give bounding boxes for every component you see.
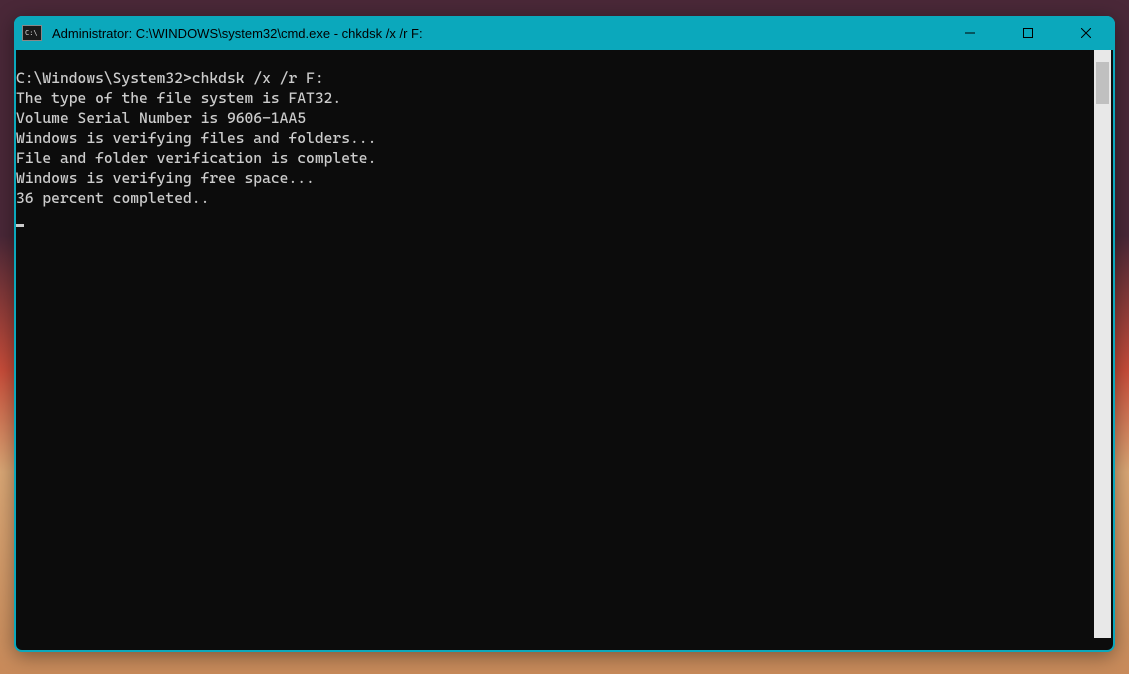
terminal-content[interactable]: C:\Windows\System32>chkdsk /x /r F:The t… xyxy=(16,50,1113,650)
output-line: The type of the file system is FAT32. xyxy=(16,88,1113,108)
output-line: Windows is verifying free space... xyxy=(16,168,1113,188)
output-line: Windows is verifying files and folders..… xyxy=(16,128,1113,148)
command: chkdsk /x /r F: xyxy=(192,69,324,87)
scrollbar-thumb[interactable] xyxy=(1096,62,1109,104)
app-icon-text: C:\ xyxy=(25,30,38,37)
output-line: File and folder verification is complete… xyxy=(16,148,1113,168)
app-icon: C:\ xyxy=(22,25,42,41)
terminal-container[interactable]: C:\Windows\System32>chkdsk /x /r F:The t… xyxy=(16,50,1113,650)
progress-text: 36 percent completed.. xyxy=(16,189,209,207)
maximize-icon xyxy=(1023,28,1033,38)
prompt-line: C:\Windows\System32>chkdsk /x /r F: xyxy=(16,68,1113,88)
cmd-window: C:\ Administrator: C:\WINDOWS\system32\c… xyxy=(14,16,1115,652)
minimize-button[interactable] xyxy=(941,16,999,50)
scrollbar-track[interactable] xyxy=(1094,50,1111,638)
maximize-button[interactable] xyxy=(999,16,1057,50)
titlebar[interactable]: C:\ Administrator: C:\WINDOWS\system32\c… xyxy=(14,16,1115,50)
minimize-icon xyxy=(965,28,975,38)
close-icon xyxy=(1081,28,1091,38)
close-button[interactable] xyxy=(1057,16,1115,50)
prompt: C:\Windows\System32> xyxy=(16,69,192,87)
cursor xyxy=(16,224,24,227)
window-controls xyxy=(941,16,1115,50)
window-title: Administrator: C:\WINDOWS\system32\cmd.e… xyxy=(52,26,941,41)
output-line: Volume Serial Number is 9606-1AA5 xyxy=(16,108,1113,128)
output-line: 36 percent completed.. xyxy=(16,188,1113,208)
